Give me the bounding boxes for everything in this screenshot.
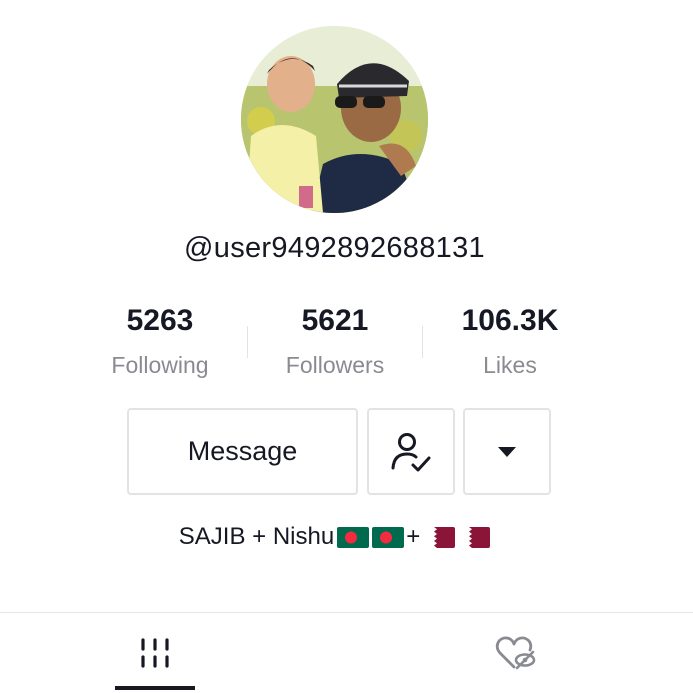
bangladesh-flag-icon bbox=[372, 526, 405, 548]
followers-label: Followers bbox=[285, 352, 385, 378]
following-label: Following bbox=[111, 352, 209, 378]
stat-divider bbox=[422, 326, 423, 358]
grid-columns-icon bbox=[141, 638, 169, 668]
profile-bio: SAJIB + Nishu + bbox=[0, 523, 669, 551]
followers-stat[interactable]: 5621 Followers bbox=[260, 304, 410, 379]
stat-divider bbox=[247, 326, 248, 358]
bio-text: SAJIB + Nishu bbox=[178, 523, 335, 550]
likes-label: Likes bbox=[483, 352, 537, 378]
more-options-button[interactable] bbox=[463, 408, 551, 495]
active-tab-indicator bbox=[115, 686, 195, 690]
username: @user9492892688131 bbox=[184, 232, 485, 264]
likes-count: 106.3K bbox=[461, 304, 559, 337]
message-button[interactable]: Message bbox=[127, 408, 358, 495]
qatar-flag-icon bbox=[423, 526, 456, 548]
likes-stat: 106.3K Likes bbox=[435, 304, 585, 379]
following-stat[interactable]: 5263 Following bbox=[85, 304, 235, 379]
user-check-icon bbox=[391, 432, 431, 471]
qatar-flag-icon bbox=[458, 526, 491, 548]
following-status-button[interactable] bbox=[367, 408, 455, 495]
tab-videos[interactable] bbox=[110, 613, 200, 693]
heart-hidden-icon bbox=[495, 636, 536, 670]
bio-separator: + bbox=[406, 523, 421, 550]
tabs-divider bbox=[0, 612, 693, 613]
following-count: 5263 bbox=[126, 304, 194, 337]
avatar-photo bbox=[241, 26, 428, 213]
profile-avatar[interactable] bbox=[241, 26, 428, 213]
followers-count: 5621 bbox=[301, 304, 369, 337]
bangladesh-flag-icon bbox=[337, 526, 370, 548]
tab-liked[interactable] bbox=[470, 613, 560, 693]
caret-down-icon bbox=[498, 446, 516, 457]
